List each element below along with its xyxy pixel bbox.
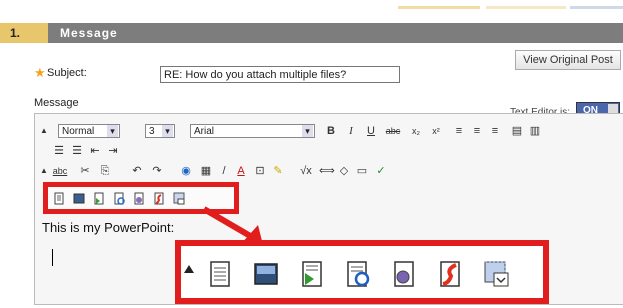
top-strips [0,0,623,14]
align-right-icon[interactable]: ≡ [489,125,501,137]
highlight-color-icon[interactable]: ✎ [272,165,284,177]
indent-icon[interactable]: ⇥ [107,145,119,157]
strip-3 [570,6,623,9]
insert-web-content-icon[interactable] [173,192,185,205]
paste-text-icon[interactable]: ▥ [529,125,541,137]
math-formula-button[interactable]: √x [297,165,315,177]
preview-icon[interactable]: ▭ [356,165,368,177]
insert-mashup-icon[interactable] [299,260,325,288]
insert-file-icon[interactable] [207,260,233,288]
undo-icon[interactable]: ↶ [131,165,143,177]
toolbar-row-3: ▲ abc ✂ ⎘ ↶ ↷ ◉ ▦ / A ⊡ ✎ √x ⟺ ◇ ▭ ✓ [35,162,623,182]
insert-flash-icon[interactable] [153,192,165,205]
spellcheck-button[interactable]: abc [49,165,71,177]
strikethrough-button[interactable]: abc [383,125,403,137]
attachment-toolbar-zoom [175,240,549,304]
collapse-arrow-icon [184,265,194,273]
insert-web-content-icon[interactable] [483,260,509,288]
horizontal-line-icon[interactable]: / [218,165,230,177]
collapse-toolbar-icon[interactable]: ▲ [38,125,50,137]
align-center-icon[interactable]: ≡ [471,125,483,137]
insert-mashup-icon[interactable] [93,192,105,205]
insert-flash-icon[interactable] [437,260,463,288]
insert-media-icon[interactable] [345,260,371,288]
toolbar-row-1: ▲ Normal 3 Arial B I U abc x₂ x² ≡ ≡ ≡ ▤… [35,122,623,142]
message-label: Message [34,97,79,109]
insert-image-icon[interactable] [253,260,279,288]
subject-label: Subject: [47,67,87,79]
check-icon[interactable]: ✓ [375,165,387,177]
align-left-icon[interactable]: ≡ [453,125,465,137]
step-header: 1. Message [0,23,623,43]
subject-input[interactable]: RE: How do you attach multiple files? [160,66,400,83]
step-title: Message [60,26,118,40]
cut-icon[interactable]: ✂ [79,165,91,177]
insert-media-icon[interactable] [113,192,125,205]
view-original-post-button[interactable]: View Original Post [515,50,621,70]
font-size-select[interactable]: 3 [145,124,175,138]
link-icon[interactable]: ◉ [180,165,192,177]
required-star-icon: ★ [34,65,46,80]
paste-icon[interactable]: ▤ [511,125,523,137]
strip-1 [398,6,480,9]
insert-audio-icon[interactable] [391,260,417,288]
special-char-icon[interactable]: ⊡ [254,165,266,177]
text-color-icon[interactable]: A [235,165,247,177]
bold-button[interactable]: B [325,125,337,137]
superscript-button[interactable]: x² [429,125,443,137]
insert-audio-icon[interactable] [133,192,145,205]
editor-content-text[interactable]: This is my PowerPoint: [42,220,174,235]
insert-image-icon[interactable] [73,192,85,205]
bulleted-list-icon[interactable]: ☰ [71,145,83,157]
insert-file-icon[interactable] [53,192,65,205]
subscript-button[interactable]: x₂ [409,125,423,137]
outdent-icon[interactable]: ⇤ [89,145,101,157]
html-code-icon[interactable]: ⟺ [319,165,335,177]
source-code-icon[interactable]: ◇ [338,165,350,177]
toolbar-row-2: ☰ ☰ ⇤ ⇥ [35,142,623,162]
italic-button[interactable]: I [345,125,357,137]
strip-2 [486,6,566,9]
underline-button[interactable]: U [365,125,377,137]
step-number: 1. [0,23,48,43]
format-select[interactable]: Normal [58,124,120,138]
font-family-select[interactable]: Arial [190,124,315,138]
redo-icon[interactable]: ↷ [151,165,163,177]
copy-icon[interactable]: ⎘ [99,165,111,177]
numbered-list-icon[interactable]: ☰ [53,145,65,157]
text-caret [52,249,53,266]
table-icon[interactable]: ▦ [200,165,212,177]
